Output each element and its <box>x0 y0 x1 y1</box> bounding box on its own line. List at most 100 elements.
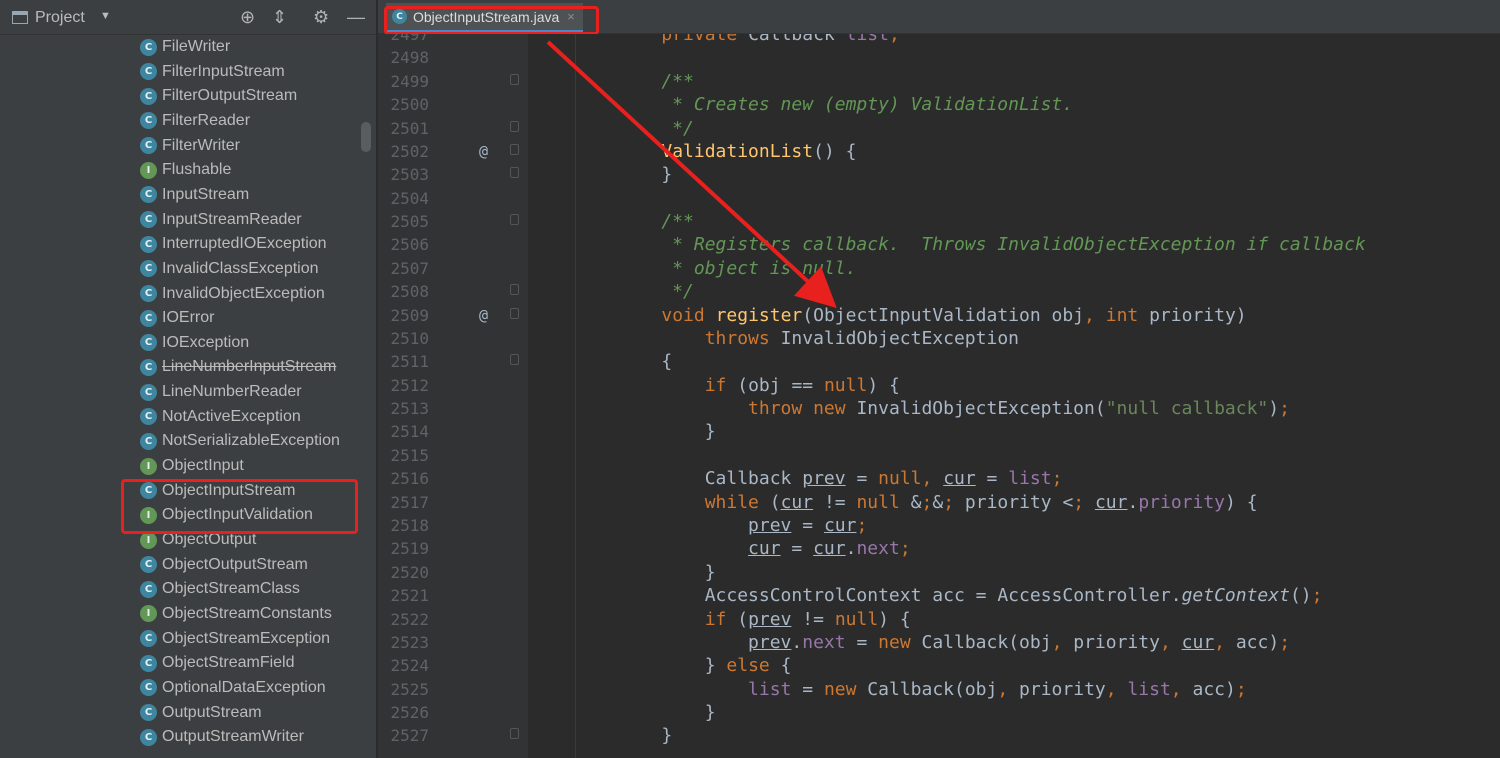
tree-item[interactable]: I ObjectStreamConstants <box>140 602 332 626</box>
code-line[interactable]: 2497 private Callback list; <box>378 34 1500 46</box>
class-icon: C <box>140 728 157 746</box>
tree-item-label: ObjectStreamConstants <box>162 604 332 622</box>
code-line[interactable]: 2515 <box>378 444 1500 467</box>
code-line[interactable]: 2507 * object is null. <box>378 257 1500 280</box>
code-line[interactable]: 2517 while (cur != null &;&; priority <;… <box>378 491 1500 514</box>
tree-item-label: ObjectStreamClass <box>162 580 300 598</box>
code-text: /** <box>618 70 694 92</box>
line-number: 2505 <box>390 212 429 232</box>
fold-icon[interactable] <box>510 143 519 155</box>
tree-item[interactable]: C OutputStreamWriter <box>140 725 304 749</box>
tree-item[interactable]: C IOException <box>140 331 249 355</box>
tree-item[interactable]: C OptionalDataException <box>140 676 326 700</box>
line-number: 2513 <box>390 399 429 419</box>
interface-icon: I <box>140 457 157 475</box>
project-tree[interactable]: C FileWriter C FilterInputStream C FilterOutp… <box>0 35 358 758</box>
tree-item[interactable]: C IOError <box>140 306 214 330</box>
line-number: 2522 <box>390 609 429 629</box>
tree-item[interactable]: C InvalidClassException <box>140 257 319 281</box>
code-line[interactable]: 2526 } <box>378 701 1500 724</box>
class-icon: C <box>140 334 157 352</box>
fold-icon[interactable] <box>510 73 519 85</box>
tree-item[interactable]: C FilterWriter <box>140 134 240 158</box>
code-line[interactable]: 2524 } else { <box>378 654 1500 677</box>
line-number: 2520 <box>390 562 429 582</box>
tree-item[interactable]: C InvalidObjectException <box>140 282 325 306</box>
code-line[interactable]: 2519 cur = cur.next; <box>378 537 1500 560</box>
code-line[interactable]: 2522 if (prev != null) { <box>378 608 1500 631</box>
fold-icon[interactable] <box>510 214 519 226</box>
tree-item[interactable]: C NotActiveException <box>140 405 301 429</box>
code-line[interactable]: 2512 if (obj == null) { <box>378 374 1500 397</box>
code-text: Callback prev = null, cur = list; <box>704 468 1063 490</box>
locate-icon[interactable]: ⊕ <box>240 6 255 28</box>
line-number: 2514 <box>390 422 429 442</box>
project-view-title[interactable]: Project <box>35 9 85 27</box>
tree-scrollbar[interactable] <box>361 122 371 152</box>
tree-item-label: FilterOutputStream <box>162 87 298 105</box>
tree-item-label: FilterWriter <box>162 136 240 154</box>
code-line[interactable]: 2527 } <box>378 724 1500 747</box>
tree-item[interactable]: C NotSerializableException <box>140 429 340 453</box>
fold-icon[interactable] <box>510 167 519 179</box>
code-editor[interactable]: 2497 private Callback list; 2498 2499 /** 2… <box>378 34 1500 758</box>
tree-item-label: FilterReader <box>162 111 251 129</box>
class-icon: C <box>140 235 157 253</box>
line-number: 2500 <box>390 95 429 115</box>
code-line[interactable]: 2510 throws InvalidObjectException <box>378 327 1500 350</box>
code-line[interactable]: 2511 { <box>378 350 1500 373</box>
tree-item[interactable]: C InputStream <box>140 183 249 207</box>
tree-item[interactable]: C FilterOutputStream <box>140 84 297 108</box>
code-line[interactable]: 2501 */ <box>378 117 1500 140</box>
tree-item[interactable]: C ObjectStreamException <box>140 627 330 651</box>
tree-item[interactable]: C FilterInputStream <box>140 60 285 84</box>
gear-icon[interactable]: ⚙ <box>313 6 329 28</box>
line-number: 2518 <box>390 515 429 535</box>
tree-item[interactable]: C InputStreamReader <box>140 208 302 232</box>
code-line[interactable]: 2503 } <box>378 163 1500 186</box>
tree-item[interactable]: C ObjectStreamClass <box>140 577 300 601</box>
code-line[interactable]: 2506 * Registers callback. Throws Invali… <box>378 233 1500 256</box>
fold-icon[interactable] <box>510 728 519 740</box>
code-line[interactable]: 2514 } <box>378 420 1500 443</box>
code-line[interactable]: 2516 Callback prev = null, cur = list; <box>378 467 1500 490</box>
tree-item[interactable]: I Flushable <box>140 158 231 182</box>
chevron-down-icon[interactable]: ▼ <box>100 10 111 22</box>
code-text: } <box>704 702 716 724</box>
code-line[interactable]: 2523 prev.next = new Callback(obj, prior… <box>378 631 1500 654</box>
tree-item[interactable]: C LineNumberInputStream <box>140 355 336 379</box>
code-line[interactable]: 2504 <box>378 187 1500 210</box>
code-line[interactable]: 2499 /** <box>378 70 1500 93</box>
fold-icon[interactable] <box>510 354 519 366</box>
tree-item[interactable]: I ObjectInput <box>140 454 244 478</box>
override-icon[interactable]: @ <box>479 304 488 327</box>
tree-item[interactable]: C FilterReader <box>140 109 250 133</box>
tree-item[interactable]: C ObjectOutputStream <box>140 553 308 577</box>
code-line[interactable]: 2513 throw new InvalidObjectException("n… <box>378 397 1500 420</box>
tree-item[interactable]: C OutputStream <box>140 701 262 725</box>
code-line[interactable]: 2500 * Creates new (empty) ValidationLis… <box>378 93 1500 116</box>
code-line[interactable]: 2508 */ <box>378 280 1500 303</box>
fold-icon[interactable] <box>510 120 519 132</box>
code-text: void register(ObjectInputValidation obj,… <box>661 304 1247 326</box>
class-icon: C <box>140 285 157 302</box>
code-line[interactable]: 2518 prev = cur; <box>378 514 1500 537</box>
tree-item[interactable]: C ObjectStreamField <box>140 651 295 675</box>
tree-item[interactable]: C InterruptedIOException <box>140 232 327 256</box>
tree-item[interactable]: C LineNumberReader <box>140 380 302 404</box>
code-line[interactable]: 2520 } <box>378 561 1500 584</box>
code-line[interactable]: 2498 <box>378 46 1500 69</box>
collapse-all-icon[interactable]: ⇕ <box>272 6 287 28</box>
code-line[interactable]: 2502 @ ValidationList() { <box>378 140 1500 163</box>
interface-icon: I <box>140 605 157 623</box>
code-line[interactable]: 2509 @ void register(ObjectInputValidatio… <box>378 304 1500 327</box>
hide-icon[interactable]: — <box>347 6 365 28</box>
fold-icon[interactable] <box>510 284 519 296</box>
override-icon[interactable]: @ <box>479 140 488 163</box>
code-line[interactable]: 2525 list = new Callback(obj, priority, … <box>378 678 1500 701</box>
code-line[interactable]: 2505 /** <box>378 210 1500 233</box>
code-line[interactable]: 2521 AccessControlContext acc = AccessCo… <box>378 584 1500 607</box>
line-number: 2509 <box>390 305 429 325</box>
fold-icon[interactable] <box>510 307 519 319</box>
tree-item[interactable]: C FileWriter <box>140 35 230 59</box>
